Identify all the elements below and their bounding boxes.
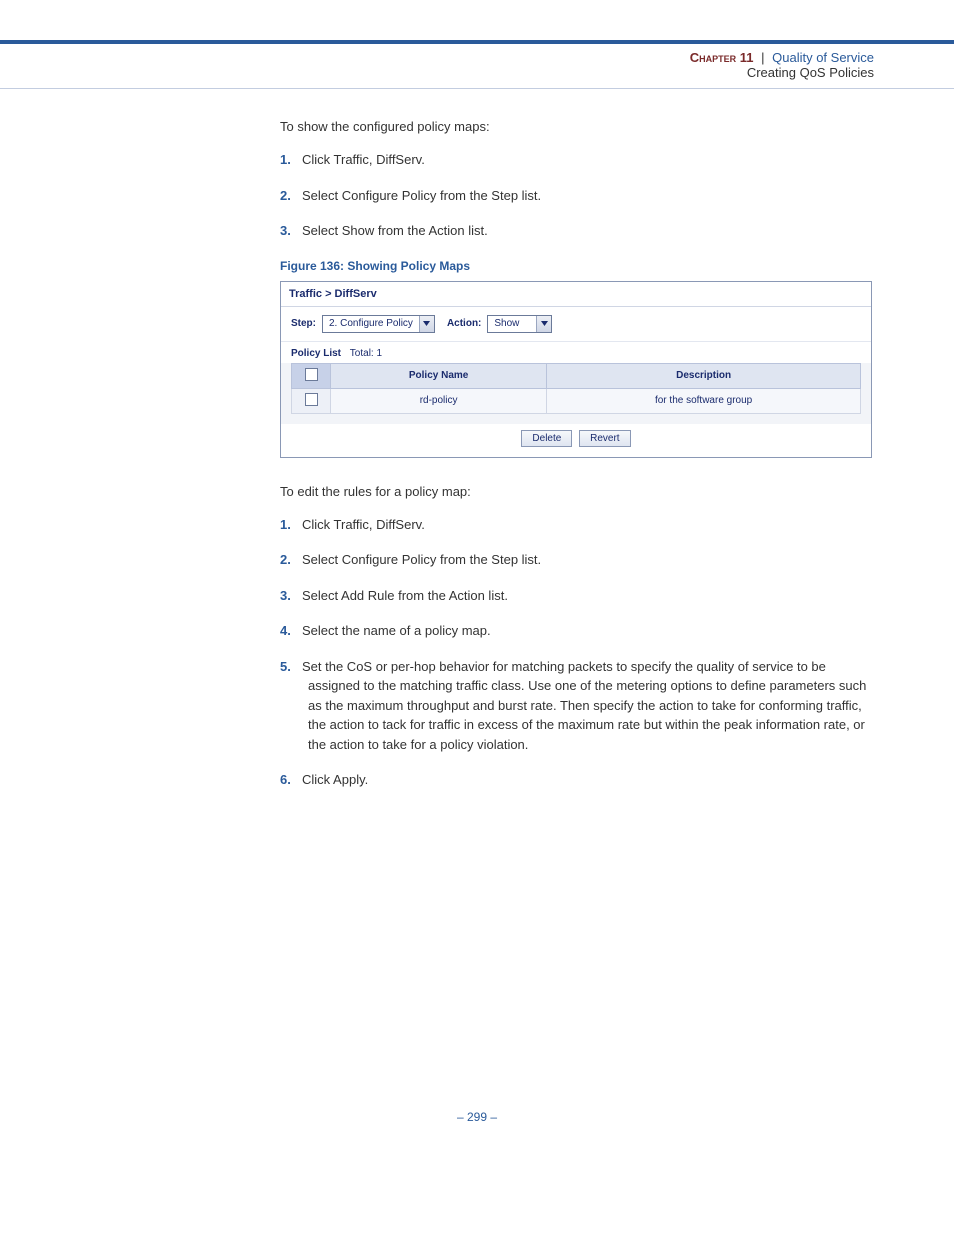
col-policy-name: Policy Name bbox=[331, 363, 547, 388]
step-item: Select Add Rule from the Action list. bbox=[302, 588, 508, 603]
revert-button[interactable]: Revert bbox=[579, 430, 630, 447]
figure-caption: Figure 136: Showing Policy Maps bbox=[280, 259, 874, 273]
step-item: Select Configure Policy from the Step li… bbox=[302, 188, 541, 203]
delete-button[interactable]: Delete bbox=[521, 430, 572, 447]
chevron-down-icon bbox=[419, 316, 434, 332]
cell-description: for the software group bbox=[547, 388, 861, 413]
action-select-value: Show bbox=[488, 316, 536, 332]
policy-list-title: Policy List bbox=[291, 348, 341, 359]
step-item: Select the name of a policy map. bbox=[302, 623, 491, 638]
intro-edit: To edit the rules for a policy map: bbox=[280, 484, 874, 499]
chapter-title: Quality of Service bbox=[772, 50, 874, 65]
policy-list-total: Total: 1 bbox=[350, 348, 382, 359]
select-all-checkbox[interactable] bbox=[305, 368, 318, 381]
step-item: Click Apply. bbox=[302, 772, 368, 787]
policy-table: Policy Name Description rd-policy for th… bbox=[291, 363, 861, 414]
step-item: Click Traffic, DiffServ. bbox=[302, 517, 425, 532]
action-select[interactable]: Show bbox=[487, 315, 552, 333]
page-number: – 299 – bbox=[0, 1110, 954, 1154]
row-checkbox[interactable] bbox=[305, 393, 318, 406]
page-header: Chapter 11 | Quality of Service Creating… bbox=[0, 44, 954, 88]
chapter-subtitle: Creating QoS Policies bbox=[0, 65, 874, 80]
step-item: Select Show from the Action list. bbox=[302, 223, 488, 238]
chapter-label: Chapter 11 bbox=[690, 50, 754, 65]
cell-policy-name: rd-policy bbox=[331, 388, 547, 413]
step-label: Step: bbox=[291, 318, 316, 329]
step-select-value: 2. Configure Policy bbox=[323, 316, 419, 332]
steps-edit: 1.Click Traffic, DiffServ. 2.Select Conf… bbox=[280, 515, 874, 790]
chevron-down-icon bbox=[536, 316, 551, 332]
step-item: Click Traffic, DiffServ. bbox=[302, 152, 425, 167]
intro-show: To show the configured policy maps: bbox=[280, 119, 874, 134]
action-label: Action: bbox=[447, 318, 481, 329]
separator: | bbox=[761, 50, 764, 65]
step-select[interactable]: 2. Configure Policy bbox=[322, 315, 435, 333]
step-item: Select Configure Policy from the Step li… bbox=[302, 552, 541, 567]
figure-screenshot: Traffic > DiffServ Step: 2. Configure Po… bbox=[280, 281, 872, 458]
col-description: Description bbox=[547, 363, 861, 388]
step-item: Set the CoS or per-hop behavior for matc… bbox=[302, 659, 866, 752]
breadcrumb: Traffic > DiffServ bbox=[281, 282, 871, 307]
table-row: rd-policy for the software group bbox=[292, 388, 861, 413]
steps-show: 1.Click Traffic, DiffServ. 2.Select Conf… bbox=[280, 150, 874, 241]
